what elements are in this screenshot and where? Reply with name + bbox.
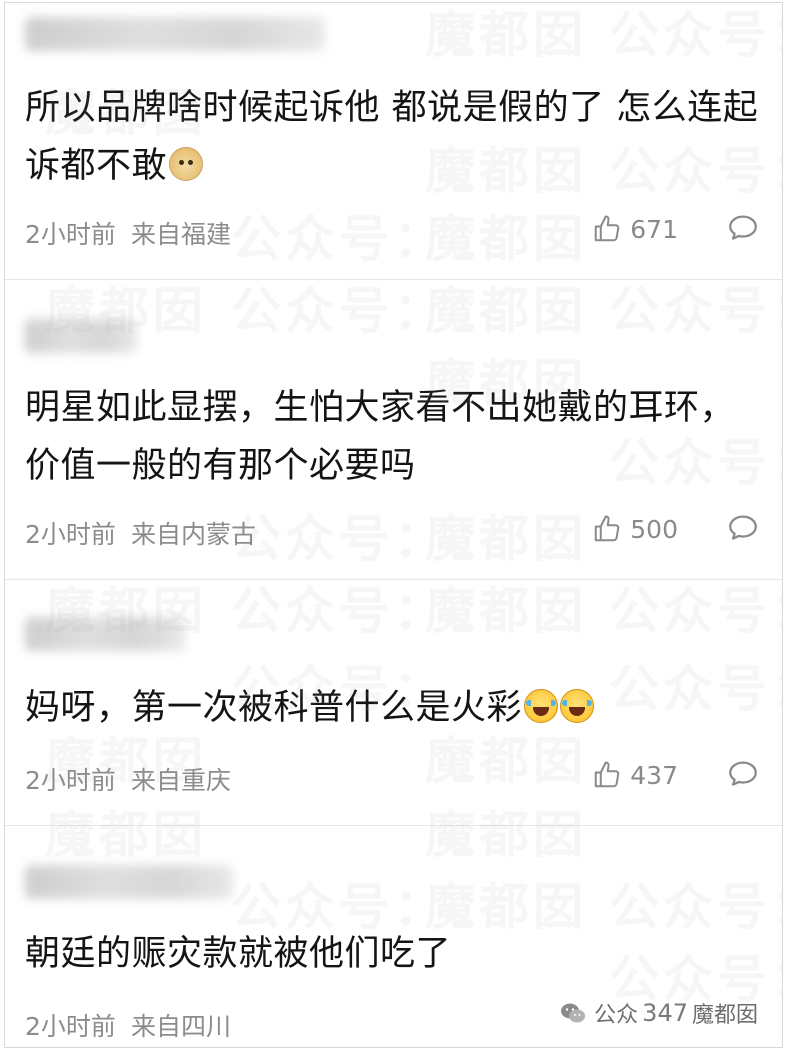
watermark-text: 公众号： [609,6,782,64]
username-blurred[interactable] [25,865,233,899]
like-count: 671 [630,214,678,244]
comment-list: 所以品牌啥时候起诉他 都说是假的了 怎么连起诉都不敢 2小时前 来自福建 671… [4,2,783,1048]
like-count: 500 [630,514,678,544]
watermark: 魔都囡 [425,795,587,867]
thumbs-up-icon [595,215,620,242]
comment-text: 朝廷的赈灾款就被他们吃了 [25,925,760,983]
watermark: 公众号： [231,271,447,343]
comment-text-body: 妈呀，第一次被科普什么是火彩 [25,688,523,728]
laugh-cry-emoji-icon [524,689,559,723]
comment-text: 所以品牌啥时候起诉他 都说是假的了 怎么连起诉都不敢 [25,79,760,195]
comment-meta: 2小时前 来自重庆 437 [25,760,762,795]
username-blurred[interactable] [25,617,185,651]
comment-text-body: 朝廷的赈灾款就被他们吃了 [25,934,452,974]
comment-meta: 2小时前 来自福建 671 [25,214,762,249]
watermark: 魔都囡 [425,271,587,343]
comment-text: 妈呀，第一次被科普什么是火彩 [25,679,760,737]
comment-text-body: 所以品牌啥时候起诉他 都说是假的了 怎么连起诉都不敢 [25,88,759,186]
thumbs-up-icon [595,761,620,788]
comment-time: 2小时前 [25,220,116,249]
watermark: 公众号： [609,3,782,67]
comment-text: 明星如此显摆，生怕大家看不出她戴的耳环，价值一般的有那个必要吗 [25,379,760,495]
watermark: 公众号： [609,571,782,643]
watermark: 魔都囡 [45,795,207,867]
laugh-cry-emoji-icon [560,689,595,723]
footer-brand-prefix: 公众 [594,1003,639,1028]
comment-time: 2小时前 [25,766,116,795]
comment-meta: 2小时前 来自内蒙古 500 [25,514,762,549]
doge-emoji-icon [169,147,204,181]
comment-location: 来自重庆 [131,766,232,795]
like-count: 437 [630,760,678,790]
watermark: 魔都囡 [425,571,587,643]
watermark-text: 公众号： [609,582,782,640]
watermark-text: 魔都囡 [425,582,587,640]
like-button[interactable]: 437 [592,760,678,790]
comment-time: 2小时前 [25,520,116,549]
wechat-icon [561,1003,586,1023]
comment-location: 来自四川 [131,1012,232,1041]
like-button[interactable]: 671 [592,214,678,244]
watermark-text: 公众号： [231,282,447,340]
comment-text-body: 明星如此显摆，生怕大家看不出她戴的耳环，价值一般的有那个必要吗 [25,388,736,486]
divider [5,279,782,280]
divider [5,579,782,580]
footer-brand-name: 魔都囡 [691,1003,758,1028]
like-button[interactable]: 500 [592,514,678,544]
comment-time: 2小时前 [25,1012,116,1041]
footer-count: 347 [642,999,688,1027]
watermark: 公众号： [231,571,447,643]
footer-brand: 公众 347 魔都囡 [560,997,758,1029]
comment-bubble-icon[interactable] [726,211,760,245]
thumbs-up-icon [595,515,620,542]
comment-bubble-icon[interactable] [726,511,760,545]
watermark: 公众号： [609,271,782,343]
watermark-text: 公众号： [609,282,782,340]
watermark-text: 魔都囡 [425,6,587,64]
watermark-text: 魔都囡 [425,806,587,864]
watermark-text: 魔都囡 [425,282,587,340]
comment-location: 来自福建 [131,220,232,249]
watermark-text: 公众号： [231,582,447,640]
comment-bubble-icon[interactable] [726,757,760,791]
comment-location: 来自内蒙古 [131,520,257,549]
username-blurred[interactable] [25,319,137,353]
divider [5,825,782,826]
username-blurred[interactable] [25,17,325,51]
watermark-text: 魔都囡 [45,806,207,864]
watermark: 魔都囡 [425,3,587,67]
